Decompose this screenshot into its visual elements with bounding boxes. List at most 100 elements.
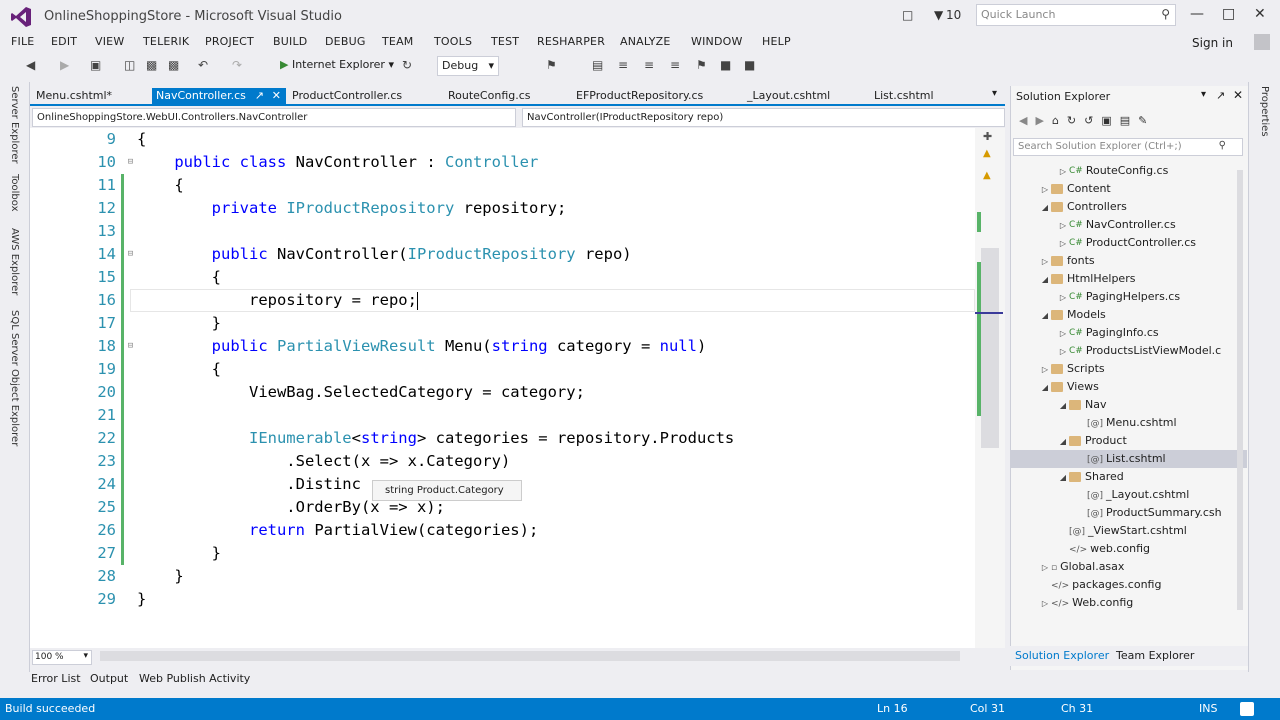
tab-productcontroller[interactable]: ProductController.cs: [288, 88, 406, 104]
uncomment-icon[interactable]: ≡: [670, 58, 680, 72]
solution-explorer-toolbar[interactable]: ◀▶⌂↻↺▣▤✎: [1019, 114, 1155, 127]
account-avatar-icon[interactable]: [1254, 34, 1270, 50]
show-all-files-icon[interactable]: ▤: [1120, 114, 1138, 127]
close-window-button[interactable]: ✕: [1254, 6, 1266, 22]
tab-menu-cshtml[interactable]: Menu.cshtml*: [32, 88, 116, 104]
collapse-all-icon[interactable]: ▣: [1101, 114, 1119, 127]
tree-item-htmlhelpers[interactable]: ◢ HtmlHelpers: [1011, 270, 1247, 288]
forward-icon[interactable]: ▶: [60, 58, 69, 72]
properties-icon[interactable]: ✎: [1138, 114, 1155, 127]
panel-menu-icon[interactable]: ▾: [1201, 89, 1206, 100]
menu-team[interactable]: TEAM: [382, 35, 414, 48]
editor-vertical-scrollbar[interactable]: ✚ ▲ ▲: [975, 128, 1005, 648]
quick-launch-input[interactable]: Quick Launch ⚲: [976, 4, 1176, 26]
next-bookmark-icon[interactable]: ■: [744, 58, 755, 72]
minimize-button[interactable]: —: [1190, 6, 1204, 22]
menu-help[interactable]: HELP: [762, 35, 791, 48]
collapse-arrow-icon[interactable]: ◢: [1057, 433, 1069, 450]
expand-arrow-icon[interactable]: ▷: [1057, 235, 1069, 252]
tree-item-menu-cshtml[interactable]: [@] Menu.cshtml: [1011, 414, 1247, 432]
indent-icon[interactable]: ≡: [618, 58, 628, 72]
tree-item-list-cshtml[interactable]: [@] List.cshtml: [1011, 450, 1247, 468]
tab-web-publish-activity[interactable]: Web Publish Activity: [139, 672, 250, 685]
tree-scrollbar[interactable]: [1237, 170, 1243, 610]
code-editor[interactable]: 9{ 10 ⊟ public class NavController : Cont…: [30, 128, 975, 648]
notifications-icon[interactable]: ▼: [934, 8, 943, 22]
menu-file[interactable]: FILE: [11, 35, 34, 48]
zoom-select[interactable]: 100 % ▾: [32, 650, 92, 665]
tree-item-scripts[interactable]: ▷ Scripts: [1011, 360, 1247, 378]
menu-tools[interactable]: TOOLS: [434, 35, 472, 48]
toggle-bookmark-icon[interactable]: ⚑: [696, 58, 707, 72]
solution-configuration-select[interactable]: Debug ▾: [437, 56, 499, 76]
expand-arrow-icon[interactable]: ▷: [1039, 559, 1051, 576]
tab-error-list[interactable]: Error List: [31, 672, 81, 685]
tree-item-web-config[interactable]: ▷ </> Web.config: [1011, 594, 1247, 612]
sync-icon[interactable]: ↻: [1067, 114, 1084, 127]
pin-icon[interactable]: ↗: [1216, 89, 1225, 102]
tree-item-content[interactable]: ▷ Content: [1011, 180, 1247, 198]
menu-build[interactable]: BUILD: [273, 35, 307, 48]
tree-item-fonts[interactable]: ▷ fonts: [1011, 252, 1247, 270]
tree-item-models[interactable]: ◢ Models: [1011, 306, 1247, 324]
collapse-arrow-icon[interactable]: ◢: [1039, 307, 1051, 324]
refresh-icon[interactable]: ↺: [1084, 114, 1101, 127]
tree-item-productsummary[interactable]: [@] ProductSummary.csh: [1011, 504, 1247, 522]
collapse-arrow-icon[interactable]: ◢: [1039, 379, 1051, 396]
tab-navcontroller[interactable]: NavController.cs ↗ ✕: [152, 88, 286, 104]
type-dropdown[interactable]: OnlineShoppingStore.WebUI.Controllers.Na…: [32, 108, 516, 127]
refresh-icon[interactable]: ↻: [402, 58, 412, 72]
expand-arrow-icon[interactable]: ▷: [1057, 289, 1069, 306]
menu-test[interactable]: TEST: [491, 35, 519, 48]
properties-tab[interactable]: Properties: [1259, 86, 1270, 137]
prev-bookmark-icon[interactable]: ■: [720, 58, 731, 72]
collapse-icon[interactable]: ⊟: [126, 158, 135, 167]
tab-solution-explorer[interactable]: Solution Explorer: [1015, 649, 1109, 662]
expand-arrow-icon[interactable]: ▷: [1039, 595, 1051, 612]
back-icon[interactable]: ◀: [26, 58, 35, 72]
aws-explorer-tab[interactable]: AWS Explorer: [9, 228, 20, 295]
expand-arrow-icon[interactable]: ▷: [1057, 343, 1069, 360]
collapse-icon[interactable]: ⊟: [126, 342, 135, 351]
collapse-arrow-icon[interactable]: ◢: [1039, 199, 1051, 216]
collapse-icon[interactable]: ⊟: [126, 250, 135, 259]
tree-item-views[interactable]: ◢ Views: [1011, 378, 1247, 396]
menu-view[interactable]: VIEW: [95, 35, 124, 48]
tree-item-global-asax[interactable]: ▷ ▫ Global.asax: [1011, 558, 1247, 576]
tab-efproductrepository[interactable]: EFProductRepository.cs: [572, 88, 707, 104]
tree-item-paginginfo[interactable]: ▷ C# PagingInfo.cs: [1011, 324, 1247, 342]
tree-item-productcontroller[interactable]: ▷ C# ProductController.cs: [1011, 234, 1247, 252]
forward-icon[interactable]: ▶: [1035, 114, 1051, 127]
tree-item-productslistviewmodel[interactable]: ▷ C# ProductsListViewModel.c: [1011, 342, 1247, 360]
expand-arrow-icon[interactable]: ▷: [1057, 217, 1069, 234]
menu-debug[interactable]: DEBUG: [325, 35, 366, 48]
horizontal-scroll-thumb[interactable]: [100, 651, 960, 661]
feedback-icon[interactable]: □: [902, 8, 913, 22]
menu-resharper[interactable]: RESHARPER: [537, 35, 605, 48]
maximize-button[interactable]: □: [1222, 6, 1235, 22]
collapse-arrow-icon[interactable]: ◢: [1057, 469, 1069, 486]
menu-project[interactable]: PROJECT: [205, 35, 254, 48]
collapse-arrow-icon[interactable]: ◢: [1057, 397, 1069, 414]
tree-item-routeconfig[interactable]: ▷ C# RouteConfig.cs: [1011, 162, 1247, 180]
undo-icon[interactable]: ↶: [198, 58, 208, 72]
member-dropdown[interactable]: NavController(IProductRepository repo): [522, 108, 1005, 127]
tab-output[interactable]: Output: [90, 672, 128, 685]
bookmark-icon[interactable]: ▤: [592, 58, 603, 72]
sign-in-link[interactable]: Sign in: [1192, 36, 1233, 50]
save-icon[interactable]: ▩: [146, 58, 157, 72]
find-icon[interactable]: ⚑: [546, 58, 557, 72]
tree-item-product[interactable]: ◢ Product: [1011, 432, 1247, 450]
tree-item-controllers[interactable]: ◢ Controllers: [1011, 198, 1247, 216]
start-debugging-button[interactable]: ▶ Internet Explorer ▾: [280, 58, 394, 71]
save-all-icon[interactable]: ▩: [168, 58, 179, 72]
toolbox-tab[interactable]: Toolbox: [9, 174, 20, 212]
tab-overflow-icon[interactable]: ▾: [992, 88, 997, 99]
tree-item-layout-cshtml[interactable]: [@] _Layout.cshtml: [1011, 486, 1247, 504]
pin-icon[interactable]: ↗: [255, 89, 264, 102]
feedback-icon[interactable]: [1240, 702, 1254, 716]
expand-arrow-icon[interactable]: ▷: [1039, 181, 1051, 198]
redo-icon[interactable]: ↷: [232, 58, 242, 72]
menu-telerik[interactable]: TELERIK: [143, 35, 189, 48]
expand-arrow-icon[interactable]: ▷: [1057, 163, 1069, 180]
